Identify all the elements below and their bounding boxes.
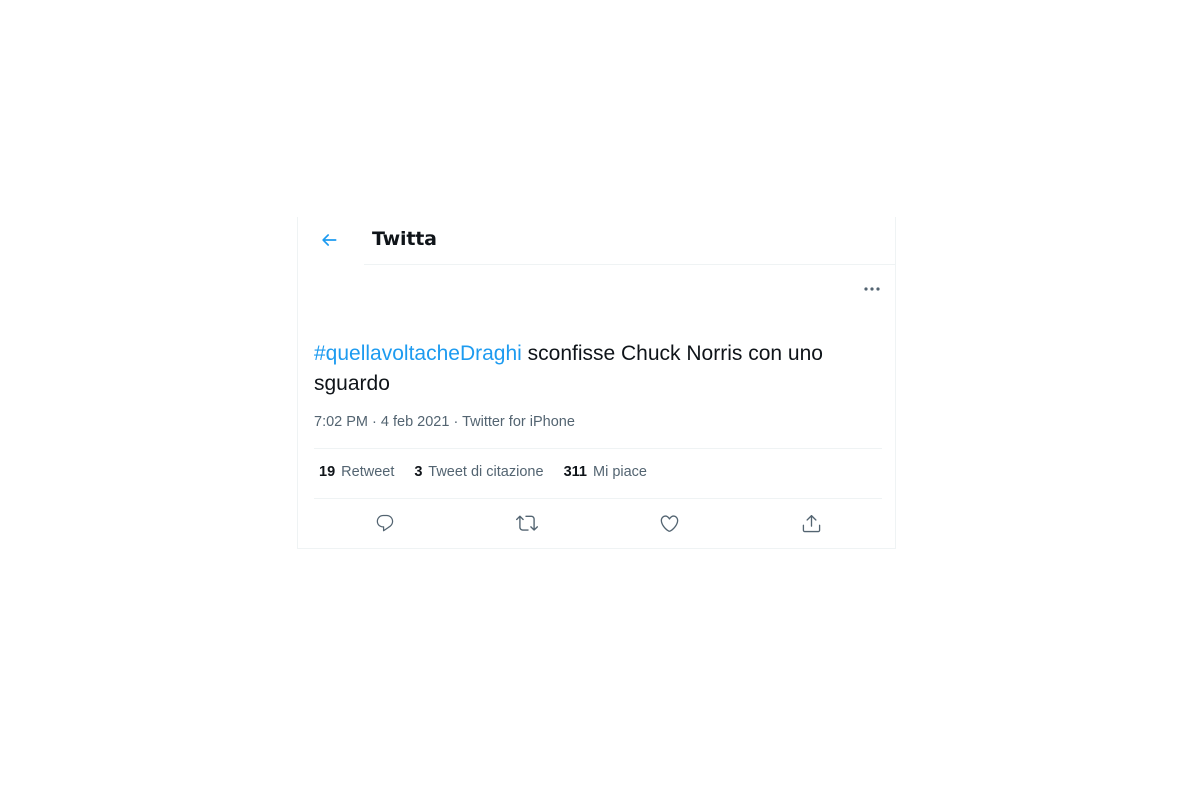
quotes-count: 3 [414, 464, 423, 480]
meta-separator-2: · [449, 414, 463, 430]
quotes-stat[interactable]: 3 Tweet di citazione [414, 464, 543, 480]
reply-button[interactable] [371, 509, 399, 537]
tweet-card: Twitta #quellavoltacheDraghi sconfisse C… [297, 217, 896, 549]
reply-icon [375, 513, 395, 533]
header-divider [364, 264, 895, 265]
share-icon [801, 513, 822, 534]
hashtag-link[interactable]: #quellavoltacheDraghi [314, 342, 522, 365]
tweet-text: #quellavoltacheDraghi sconfisse Chuck No… [314, 339, 884, 399]
arrow-left-icon [319, 230, 339, 250]
tweet-meta: 7:02 PM · 4 feb 2021 · Twitter for iPhon… [314, 414, 575, 430]
retweet-button[interactable] [513, 509, 541, 537]
header: Twitta [298, 217, 895, 265]
meta-separator: · [368, 414, 381, 430]
action-bar [314, 509, 882, 537]
more-button[interactable] [858, 279, 886, 299]
back-button[interactable] [314, 225, 344, 255]
tweet-source[interactable]: Twitter for iPhone [462, 414, 575, 430]
tweet-date[interactable]: 4 feb 2021 [381, 414, 450, 430]
tweet-stats: 19 Retweet 3 Tweet di citazione 311 Mi p… [319, 464, 663, 480]
divider-top [314, 448, 882, 449]
tweet-time[interactable]: 7:02 PM [314, 414, 368, 430]
quotes-label: Tweet di citazione [428, 464, 544, 480]
heart-icon [659, 513, 680, 534]
retweets-label: Retweet [341, 464, 395, 480]
divider-bottom [314, 498, 882, 499]
likes-label: Mi piace [593, 464, 647, 480]
retweet-icon [516, 512, 538, 534]
retweets-count: 19 [319, 464, 336, 480]
share-button[interactable] [797, 509, 825, 537]
page-title: Twitta [372, 228, 437, 250]
likes-stat[interactable]: 311 Mi piace [564, 464, 647, 480]
retweets-stat[interactable]: 19 Retweet [319, 464, 394, 480]
card-bottom-border [298, 548, 895, 549]
like-button[interactable] [655, 509, 683, 537]
more-icon [863, 286, 881, 292]
likes-count: 311 [563, 464, 587, 480]
